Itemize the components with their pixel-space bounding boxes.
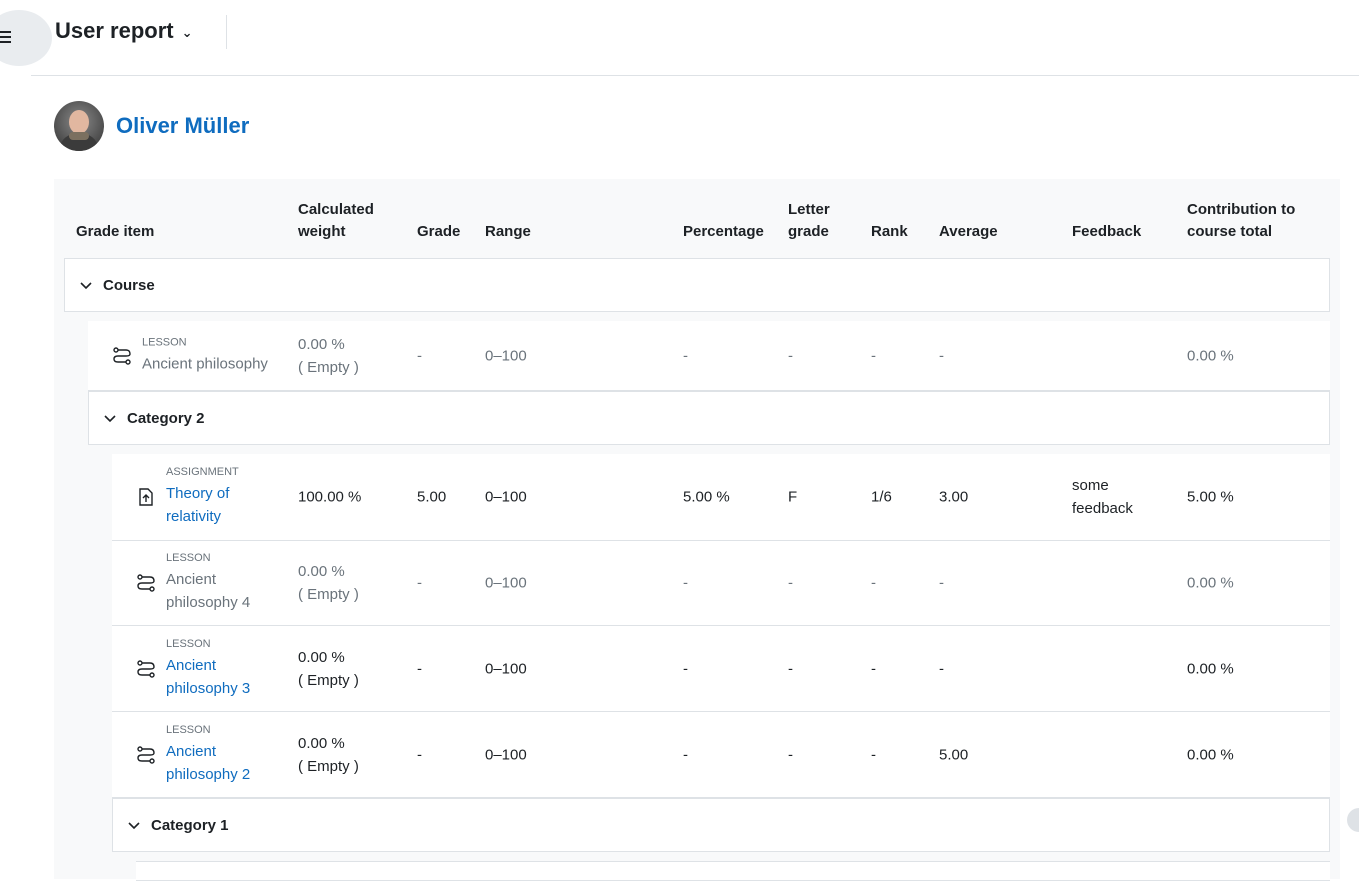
category-name: Course bbox=[103, 276, 155, 294]
letter-grade-value: - bbox=[788, 347, 793, 364]
col-letter-grade: Letter grade bbox=[788, 201, 830, 240]
user-name-link[interactable]: Oliver Müller bbox=[116, 113, 249, 139]
grade-item-name: LESSON Ancient philosophy bbox=[142, 336, 268, 372]
range-value: 0–100 bbox=[485, 574, 527, 592]
average-value: - bbox=[939, 660, 944, 677]
rank-value: - bbox=[871, 347, 876, 364]
category-row-course[interactable]: Course bbox=[64, 258, 1330, 312]
lesson-icon bbox=[137, 574, 155, 592]
grade-item-name: LESSON Ancient philosophy 4 bbox=[166, 552, 251, 611]
calculated-weight: 0.00 %( Empty ) bbox=[298, 648, 359, 689]
grade-value: - bbox=[417, 746, 422, 763]
grade-item-link[interactable]: Theory of relativity bbox=[166, 485, 229, 525]
grade-value: - bbox=[417, 660, 422, 677]
lesson-icon bbox=[137, 659, 155, 678]
grade-value: - bbox=[417, 347, 422, 364]
percentage-value: - bbox=[683, 574, 688, 592]
chevron-down-icon[interactable] bbox=[79, 278, 93, 292]
category-name: Category 2 bbox=[127, 409, 205, 427]
category-row-2[interactable]: Category 2 bbox=[88, 391, 1330, 445]
col-contribution: Contribution to course total bbox=[1187, 201, 1296, 240]
col-percentage: Percentage bbox=[683, 223, 764, 240]
letter-grade-value: F bbox=[788, 488, 798, 506]
grade-item-name: LESSON Ancient philosophy 3 bbox=[166, 637, 251, 697]
grade-item-name: ASSIGNMENT Theory of relativity bbox=[166, 466, 239, 525]
percentage-value: 5.00 % bbox=[683, 488, 730, 506]
header-divider bbox=[226, 15, 227, 49]
grade-value: 5.00 bbox=[417, 488, 447, 506]
lesson-icon bbox=[137, 745, 155, 764]
avatar[interactable] bbox=[54, 101, 104, 151]
letter-grade-value: - bbox=[788, 660, 793, 677]
range-value: 0–100 bbox=[485, 660, 527, 677]
average-value: - bbox=[939, 574, 944, 592]
report-title: User report bbox=[55, 18, 174, 43]
page-header: User report ⌄ bbox=[31, 0, 1359, 76]
chevron-down-icon[interactable] bbox=[103, 411, 117, 425]
grade-value: - bbox=[417, 574, 422, 592]
hamburger-icon bbox=[0, 31, 11, 46]
chevron-down-icon[interactable] bbox=[127, 818, 141, 832]
calculated-weight: 0.00 %( Empty ) bbox=[298, 563, 359, 603]
rank-value: 1/6 bbox=[871, 488, 892, 506]
calculated-weight: 0.00 %( Empty ) bbox=[298, 335, 359, 376]
range-value: 0–100 bbox=[485, 488, 527, 506]
feedback-value: some feedback bbox=[1072, 477, 1133, 517]
col-rank: Rank bbox=[871, 223, 908, 240]
col-average: Average bbox=[939, 223, 998, 240]
grade-item-link[interactable]: Ancient philosophy 2 bbox=[166, 743, 250, 783]
contribution-value: 0.00 % bbox=[1187, 746, 1234, 763]
rank-value: - bbox=[871, 660, 876, 677]
user-report-table: Grade item Calculated weight Grade Range … bbox=[54, 179, 1340, 881]
col-calculated-weight: Calculated weight bbox=[298, 201, 374, 240]
table-row: LESSON Ancient philosophy 0.00 %( Empty … bbox=[88, 321, 1330, 391]
contribution-value: 0.00 % bbox=[1187, 574, 1234, 592]
average-value: 3.00 bbox=[939, 488, 969, 506]
table-row: LESSON Ancient philosophy 2 0.00 %( Empty… bbox=[112, 712, 1330, 798]
contribution-value: 5.00 % bbox=[1187, 488, 1234, 506]
rank-value: - bbox=[871, 574, 876, 592]
letter-grade-value: - bbox=[788, 746, 793, 763]
table-row: LESSON Ancient philosophy 3 0.00 %( Empty… bbox=[112, 626, 1330, 712]
table-row: ASSIGNMENT Theory of relativity 100.00 % … bbox=[112, 454, 1330, 541]
col-range: Range bbox=[485, 223, 531, 240]
table-row: LESSON Ancient philosophy 4 0.00 %( Empty… bbox=[112, 541, 1330, 626]
percentage-value: - bbox=[683, 660, 688, 677]
average-value: 5.00 bbox=[939, 746, 969, 763]
category-name: Category 1 bbox=[151, 816, 229, 834]
calculated-weight: 100.00 % bbox=[298, 488, 362, 506]
range-value: 0–100 bbox=[485, 347, 527, 364]
scroll-to-top-button[interactable] bbox=[1347, 808, 1359, 832]
chevron-down-icon: ⌄ bbox=[181, 25, 193, 40]
contribution-value: 0.00 % bbox=[1187, 660, 1234, 677]
calculated-weight: 0.00 %( Empty ) bbox=[298, 734, 359, 775]
lesson-icon bbox=[113, 346, 131, 365]
grade-item-name: LESSON Ancient philosophy 2 bbox=[166, 723, 251, 783]
assignment-icon bbox=[139, 488, 153, 506]
percentage-value: - bbox=[683, 347, 688, 364]
col-grade-item: Grade item bbox=[76, 223, 155, 240]
range-value: 0–100 bbox=[485, 746, 527, 763]
table-row bbox=[136, 861, 1330, 881]
percentage-value: - bbox=[683, 746, 688, 763]
col-grade: Grade bbox=[417, 223, 461, 240]
category-row-1[interactable]: Category 1 bbox=[112, 798, 1330, 852]
average-value: - bbox=[939, 347, 944, 364]
grade-item-link[interactable]: Ancient philosophy 3 bbox=[166, 657, 250, 697]
user-heading: Oliver Müller bbox=[54, 101, 249, 151]
rank-value: - bbox=[871, 746, 876, 763]
contribution-value: 0.00 % bbox=[1187, 347, 1234, 364]
letter-grade-value: - bbox=[788, 574, 793, 592]
table-header: Grade item Calculated weight Grade Range … bbox=[54, 179, 1340, 259]
col-feedback: Feedback bbox=[1072, 223, 1142, 240]
report-selector[interactable]: User report ⌄ bbox=[55, 18, 193, 44]
